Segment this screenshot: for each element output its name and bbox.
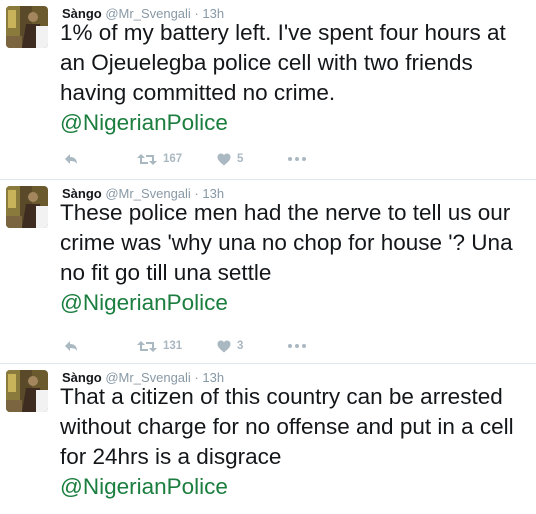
retweet-icon (137, 340, 157, 353)
more-icon (288, 344, 306, 348)
heart-icon (217, 340, 231, 353)
tweet-text: These police men had the nerve to tell u… (60, 198, 534, 318)
tweet-body: These police men had the nerve to tell u… (60, 200, 513, 285)
retweet-icon (137, 153, 157, 166)
like-count: 5 (237, 153, 244, 165)
avatar[interactable] (6, 186, 48, 228)
like-button[interactable]: 3 (217, 338, 243, 354)
reply-button[interactable] (64, 151, 78, 167)
retweet-button[interactable]: 167 (137, 151, 182, 167)
like-button[interactable]: 5 (217, 151, 243, 167)
reply-button[interactable] (64, 338, 78, 354)
tweet: Sàngo @Mr_Svengali · 13h These police me… (0, 180, 536, 364)
retweet-button[interactable]: 131 (137, 338, 182, 354)
reply-icon (64, 153, 78, 165)
tweet-text: 1% of my battery left. I've spent four h… (60, 18, 534, 138)
mention-link[interactable]: @NigerianPolice (60, 108, 534, 138)
avatar[interactable] (6, 6, 48, 48)
like-count: 3 (237, 340, 244, 352)
tweet-body: 1% of my battery left. I've spent four h… (60, 20, 506, 105)
retweet-count: 167 (163, 153, 183, 165)
more-button[interactable] (288, 338, 306, 354)
tweet-text: That a citizen of this country can be ar… (60, 382, 534, 502)
reply-icon (64, 340, 78, 352)
more-icon (288, 157, 306, 161)
tweet: Sàngo @Mr_Svengali · 13h That a citizen … (0, 364, 536, 514)
heart-icon (217, 153, 231, 166)
more-button[interactable] (288, 151, 306, 167)
tweet-body: That a citizen of this country can be ar… (60, 384, 514, 469)
avatar[interactable] (6, 370, 48, 412)
retweet-count: 131 (163, 340, 183, 352)
mention-link[interactable]: @NigerianPolice (60, 288, 534, 318)
tweet: Sàngo @Mr_Svengali · 13h 1% of my batter… (0, 0, 536, 180)
mention-link[interactable]: @NigerianPolice (60, 472, 534, 502)
